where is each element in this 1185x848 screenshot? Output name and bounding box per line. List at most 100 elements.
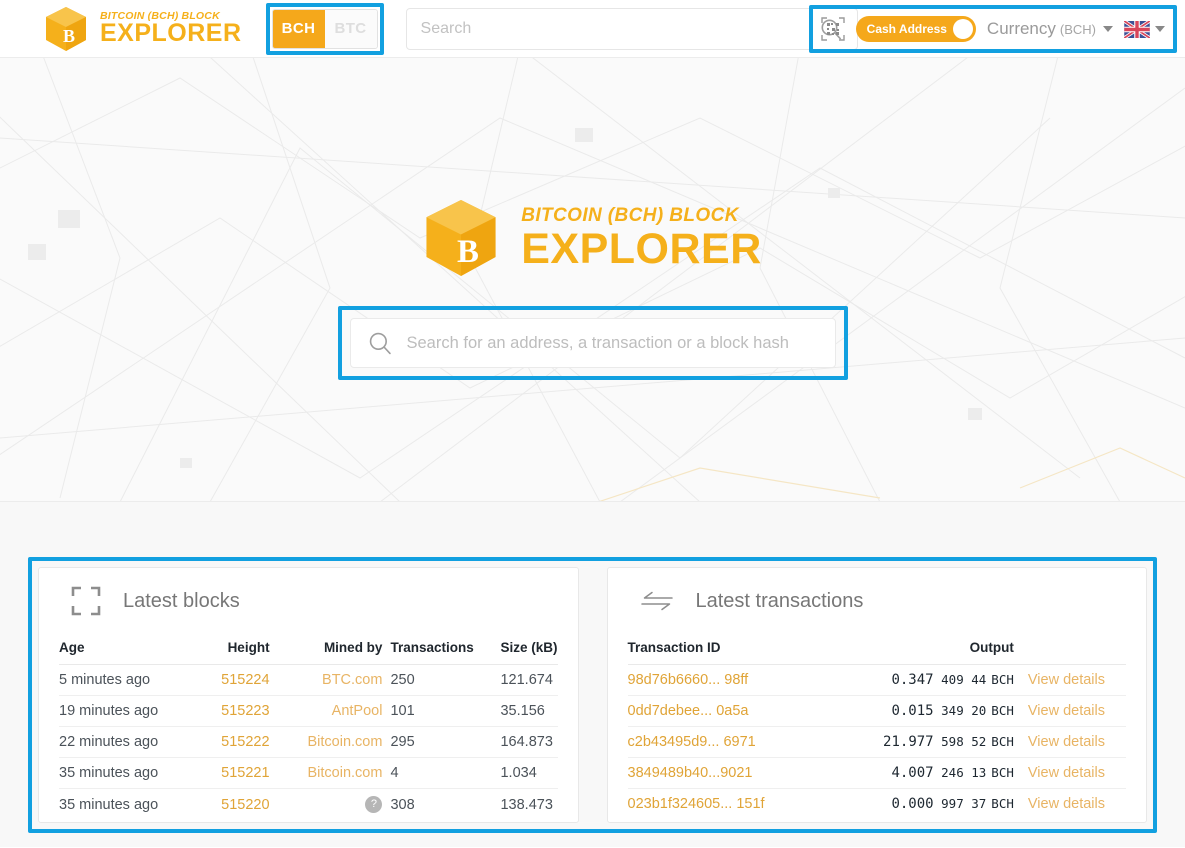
latest-transactions-title: Latest transactions xyxy=(695,589,864,612)
hero-brand-subtitle: BITCOIN (BCH) BLOCK xyxy=(521,205,739,227)
column-header-mined-by: Mined by xyxy=(283,634,387,665)
block-mined-by-link[interactable]: AntPool xyxy=(283,695,387,727)
view-details-link[interactable]: View details xyxy=(1023,695,1126,727)
block-age: 19 minutes ago xyxy=(59,695,194,727)
table-row[interactable]: 35 minutes ago 515221 Bitcoin.com 4 1.03… xyxy=(59,757,558,789)
transaction-id-link[interactable]: 023b1f324605... 151f xyxy=(628,789,884,820)
column-header-transaction-id: Transaction ID xyxy=(627,634,884,665)
hero-search-box[interactable] xyxy=(349,318,836,368)
amount-fraction: 349 20 xyxy=(941,703,987,718)
hero-search-input[interactable] xyxy=(406,333,819,353)
top-header-bar: B BITCOIN (BCH) BLOCK EXPLORER BCH BTC S… xyxy=(0,0,1185,58)
amount-unit: BCH xyxy=(991,765,1014,780)
table-row[interactable]: 35 minutes ago 515220 ? 308 138.473 xyxy=(59,789,558,821)
hero-search-icon[interactable] xyxy=(367,330,393,356)
block-age: 35 minutes ago xyxy=(59,757,194,789)
column-header-actions xyxy=(1023,634,1126,665)
amount-fraction: 246 13 xyxy=(941,765,987,780)
hero-section: B BITCOIN (BCH) BLOCK EXPLORER xyxy=(0,58,1185,502)
block-age: 22 minutes ago xyxy=(59,726,194,758)
block-transactions: 295 xyxy=(386,726,493,758)
transaction-output-amount: 0.000 997 37 BCH xyxy=(883,789,1024,820)
block-height-link[interactable]: 515224 xyxy=(193,664,284,696)
transaction-id-link[interactable]: 3849489b40...9021 xyxy=(627,757,884,789)
chevron-down-icon[interactable] xyxy=(1103,26,1113,32)
currency-selector[interactable]: Currency (BCH) xyxy=(987,19,1113,39)
table-row[interactable]: 19 minutes ago 515223 AntPool 101 35.156 xyxy=(59,695,558,727)
unknown-miner-icon: ? xyxy=(365,796,383,813)
cash-address-knob[interactable] xyxy=(952,19,973,39)
header-search-box[interactable] xyxy=(405,7,858,50)
table-row[interactable]: 023b1f324605... 151f 0.000 997 37 BCH Vie… xyxy=(628,789,1127,820)
table-row[interactable]: 5 minutes ago 515224 BTC.com 250 121.674 xyxy=(59,664,558,696)
amount-integer: 0.000 xyxy=(891,796,934,812)
block-height-link[interactable]: 515223 xyxy=(193,695,284,727)
transfer-arrows-icon xyxy=(640,591,673,611)
column-header-output: Output xyxy=(883,634,1024,665)
block-age: 35 minutes ago xyxy=(59,796,159,813)
block-height-link[interactable]: 515220 xyxy=(193,789,283,821)
view-details-link[interactable]: View details xyxy=(1024,789,1126,820)
block-transactions: 250 xyxy=(386,664,493,696)
amount-fraction: 997 37 xyxy=(941,796,987,811)
header-brand-logo[interactable]: B BITCOIN (BCH) BLOCK EXPLORER xyxy=(44,6,242,52)
coin-toggle-annotation: BCH BTC xyxy=(265,2,384,55)
block-frame-icon xyxy=(71,586,101,616)
table-row[interactable]: 98d76b6660... 98ff 0.347 409 44 BCH View … xyxy=(627,664,1126,696)
view-details-link[interactable]: View details xyxy=(1023,726,1126,758)
latest-blocks-header: Latest blocks xyxy=(59,568,558,634)
view-details-link[interactable]: View details xyxy=(1023,757,1126,789)
block-transactions: 101 xyxy=(386,695,493,727)
transaction-id-link[interactable]: 0dd7debee... 0a5a xyxy=(627,695,884,727)
block-mined-by-link[interactable]: Bitcoin.com xyxy=(283,726,387,758)
block-transactions: 4 xyxy=(386,757,493,789)
hero-search-annotation xyxy=(337,306,848,380)
block-size: 1.034 xyxy=(492,757,558,789)
language-selector[interactable] xyxy=(1124,20,1165,38)
column-header-height: Height xyxy=(193,634,284,665)
transaction-output-amount: 0.347 409 44 BCH xyxy=(883,664,1024,696)
block-size: 121.674 xyxy=(492,664,558,696)
block-mined-by-unknown: ? xyxy=(284,789,387,821)
block-age: 5 minutes ago xyxy=(59,664,194,696)
hero-brand-logo: B BITCOIN (BCH) BLOCK EXPLORER xyxy=(423,198,762,278)
coin-toggle-btc[interactable]: BTC xyxy=(324,9,377,48)
block-height-link[interactable]: 515222 xyxy=(193,726,284,758)
column-header-transactions: Transactions xyxy=(386,634,493,665)
block-size: 164.873 xyxy=(492,726,558,758)
coin-toggle-bch[interactable]: BCH xyxy=(272,9,325,48)
block-mined-by-link[interactable]: Bitcoin.com xyxy=(283,757,387,789)
column-header-size: Size (kB) xyxy=(492,634,558,665)
transaction-output-amount: 4.007 246 13 BCH xyxy=(883,757,1024,789)
bitcoin-cube-logo-icon: B xyxy=(46,6,86,51)
header-search-input[interactable] xyxy=(420,19,819,38)
transaction-output-amount: 0.015 349 20 BCH xyxy=(883,695,1024,727)
currency-label: Currency xyxy=(986,19,1056,38)
hero-bitcoin-cube-logo-icon: B xyxy=(426,200,496,276)
bottom-section: Latest blocks Age Height Mined by Transa… xyxy=(0,502,1185,847)
block-height-link[interactable]: 515221 xyxy=(193,757,284,789)
table-header-row: Transaction ID Output xyxy=(627,634,1126,665)
transaction-id-link[interactable]: 98d76b6660... 98ff xyxy=(627,664,884,696)
table-row[interactable]: c2b43495d9... 6971 21.977 598 52 BCH View… xyxy=(627,726,1126,758)
latest-transactions-header: Latest transactions xyxy=(628,568,1127,634)
hero-brand-title: EXPLORER xyxy=(521,225,762,274)
amount-integer: 0.347 xyxy=(891,672,934,688)
transaction-id-link[interactable]: c2b43495d9... 6971 xyxy=(627,726,884,758)
latest-blocks-panel: Latest blocks Age Height Mined by Transa… xyxy=(38,567,579,823)
table-row[interactable]: 22 minutes ago 515222 Bitcoin.com 295 16… xyxy=(59,726,558,758)
coin-toggle-group[interactable]: BCH BTC xyxy=(271,8,378,49)
panels-annotation: Latest blocks Age Height Mined by Transa… xyxy=(28,557,1157,833)
view-details-link[interactable]: View details xyxy=(1023,664,1126,696)
header-right-annotation: Cash Address Currency (BCH) xyxy=(808,5,1177,53)
amount-unit: BCH xyxy=(991,672,1014,687)
block-mined-by-link[interactable]: BTC.com xyxy=(283,664,387,696)
table-row[interactable]: 3849489b40...9021 4.007 246 13 BCH View d… xyxy=(627,757,1126,789)
cash-address-toggle[interactable]: Cash Address xyxy=(855,16,976,42)
header-brand-title: EXPLORER xyxy=(100,19,242,48)
block-transactions: 308 xyxy=(390,796,415,813)
language-chevron-down-icon[interactable] xyxy=(1155,26,1165,32)
amount-unit: BCH xyxy=(991,703,1014,718)
qr-code-scan-icon[interactable] xyxy=(820,17,845,41)
table-row[interactable]: 0dd7debee... 0a5a 0.015 349 20 BCH View d… xyxy=(627,695,1126,727)
